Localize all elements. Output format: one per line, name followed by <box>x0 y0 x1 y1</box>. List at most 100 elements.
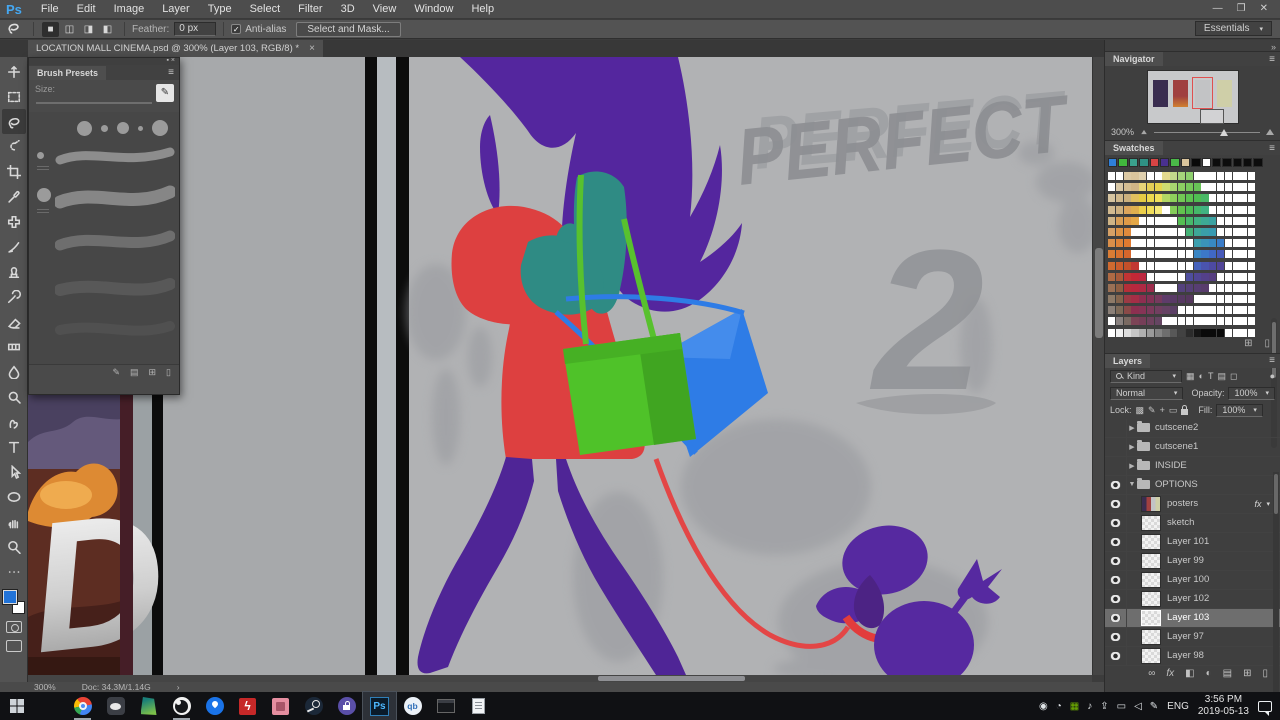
swatch-cell[interactable] <box>1131 239 1138 247</box>
swatch-cell[interactable] <box>1194 239 1201 247</box>
swatch-cell[interactable] <box>1209 217 1216 225</box>
swatch-cell[interactable] <box>1131 284 1138 292</box>
swatch-cell[interactable] <box>1170 284 1177 292</box>
swatch-cell[interactable] <box>1240 228 1247 236</box>
swatch-cell[interactable] <box>1217 329 1224 337</box>
swatch-cell[interactable] <box>1155 295 1162 303</box>
swatch-cell[interactable] <box>1248 306 1255 314</box>
ellipse-tool[interactable] <box>2 484 26 509</box>
visibility-cell[interactable] <box>1105 457 1127 475</box>
swatch-cell[interactable] <box>1170 228 1177 236</box>
swatch-cell[interactable] <box>1155 306 1162 314</box>
swatch-cell[interactable] <box>1124 172 1131 180</box>
swatch-cell[interactable] <box>1201 329 1208 337</box>
visibility-cell[interactable] <box>1105 609 1127 627</box>
swatch-cell[interactable] <box>1201 317 1208 325</box>
swatch-cell[interactable] <box>1248 250 1255 258</box>
swatch-cell[interactable] <box>1162 183 1169 191</box>
swatch-cell[interactable] <box>1202 158 1211 167</box>
brush-preset-dot[interactable] <box>138 126 143 131</box>
select-and-mask-button[interactable]: Select and Mask... <box>296 22 400 37</box>
layer-row-cutscene1[interactable]: ▶cutscene1 <box>1105 438 1280 457</box>
swatch-cell[interactable] <box>1131 194 1138 202</box>
swatch-cell[interactable] <box>1108 158 1117 167</box>
swatch-cell[interactable] <box>1222 158 1231 167</box>
swatch-cell[interactable] <box>1170 329 1177 337</box>
swatch-cell[interactable] <box>1147 172 1154 180</box>
swatch-cell[interactable] <box>1233 194 1240 202</box>
swatch-cell[interactable] <box>1209 273 1216 281</box>
swatch-cell[interactable] <box>1170 295 1177 303</box>
swatch-cell[interactable] <box>1233 172 1240 180</box>
swatch-cell[interactable] <box>1162 273 1169 281</box>
swatch-cell[interactable] <box>1155 317 1162 325</box>
swatch-cell[interactable] <box>1155 228 1162 236</box>
swatch-cell[interactable] <box>1162 262 1169 270</box>
taskbar-game-icon[interactable] <box>264 692 297 720</box>
swatch-cell[interactable] <box>1225 183 1232 191</box>
swatch-cell[interactable] <box>1194 172 1201 180</box>
swatch-cell[interactable] <box>1253 158 1262 167</box>
link-layers-icon[interactable]: ∞ <box>1148 668 1155 679</box>
swatch-cell[interactable] <box>1225 239 1232 247</box>
selection-mode-3[interactable]: ◧ <box>99 22 116 37</box>
menu-item-window[interactable]: Window <box>405 1 462 17</box>
swatch-cell[interactable] <box>1201 217 1208 225</box>
swatch-cell[interactable] <box>1248 206 1255 214</box>
swatch-cell[interactable] <box>1108 228 1115 236</box>
swatch-cell[interactable] <box>1240 172 1247 180</box>
swatch-cell[interactable] <box>1116 329 1123 337</box>
swatch-cell[interactable] <box>1131 228 1138 236</box>
visibility-cell[interactable] <box>1105 552 1127 570</box>
swatch-cell[interactable] <box>1178 262 1185 270</box>
smudge-tool[interactable] <box>2 409 26 434</box>
visibility-cell[interactable] <box>1105 495 1127 513</box>
swatch-cell[interactable] <box>1209 329 1216 337</box>
swatch-cell[interactable] <box>1124 262 1131 270</box>
swatch-cell[interactable] <box>1155 183 1162 191</box>
swatch-cell[interactable] <box>1225 262 1232 270</box>
swatch-cell[interactable] <box>1217 250 1224 258</box>
layer-row-layer-97[interactable]: Layer 97 <box>1105 628 1280 647</box>
swatch-cell[interactable] <box>1178 183 1185 191</box>
swatch-cell[interactable] <box>1170 158 1179 167</box>
opacity-value[interactable]: 100%▾ <box>1228 387 1275 400</box>
swatch-cell[interactable] <box>1108 273 1115 281</box>
menu-item-file[interactable]: File <box>32 1 68 17</box>
swatch-cell[interactable] <box>1116 194 1123 202</box>
swatch-cell[interactable] <box>1155 250 1162 258</box>
swatch-cell[interactable] <box>1240 284 1247 292</box>
swatch-cell[interactable] <box>1243 158 1252 167</box>
quick-mask-button[interactable] <box>6 621 22 633</box>
swatch-cell[interactable] <box>1108 317 1115 325</box>
swatch-cell[interactable] <box>1225 217 1232 225</box>
swatch-cell[interactable] <box>1124 217 1131 225</box>
swatch-cell[interactable] <box>1209 183 1216 191</box>
swatch-cell[interactable] <box>1201 250 1208 258</box>
history-brush-tool[interactable] <box>2 284 26 309</box>
taskbar-discord-icon[interactable] <box>99 692 132 720</box>
swatch-cell[interactable] <box>1217 217 1224 225</box>
taskbar-keepass-icon[interactable] <box>330 692 363 720</box>
layer-thumbnail[interactable] <box>1141 534 1161 550</box>
swatch-cell[interactable] <box>1186 239 1193 247</box>
zoom-level[interactable]: 300% <box>34 682 56 692</box>
swatch-cell[interactable] <box>1217 228 1224 236</box>
swatch-cell[interactable] <box>1233 183 1240 191</box>
swatch-cell[interactable] <box>1248 317 1255 325</box>
taskbar-maps-icon[interactable] <box>198 692 231 720</box>
visibility-cell[interactable] <box>1105 590 1127 608</box>
new-group-icon[interactable]: ▤ <box>1223 668 1232 679</box>
brush-panel-tab[interactable]: Brush Presets <box>29 66 106 80</box>
add-mask-icon[interactable]: ◧ <box>1185 668 1194 679</box>
swatch-cell[interactable] <box>1209 306 1216 314</box>
swatch-cell[interactable] <box>1178 194 1185 202</box>
tray-usb-icon[interactable]: ⇪ <box>1100 701 1108 712</box>
swatch-cell[interactable] <box>1150 158 1159 167</box>
taskbar-shadowplay-icon[interactable]: ϟ <box>231 692 264 720</box>
swatch-cell[interactable] <box>1108 172 1115 180</box>
eye-icon[interactable] <box>1110 519 1121 527</box>
lock-position-icon[interactable]: + <box>1160 405 1165 415</box>
swatch-cell[interactable] <box>1240 295 1247 303</box>
swatch-cell[interactable] <box>1233 239 1240 247</box>
